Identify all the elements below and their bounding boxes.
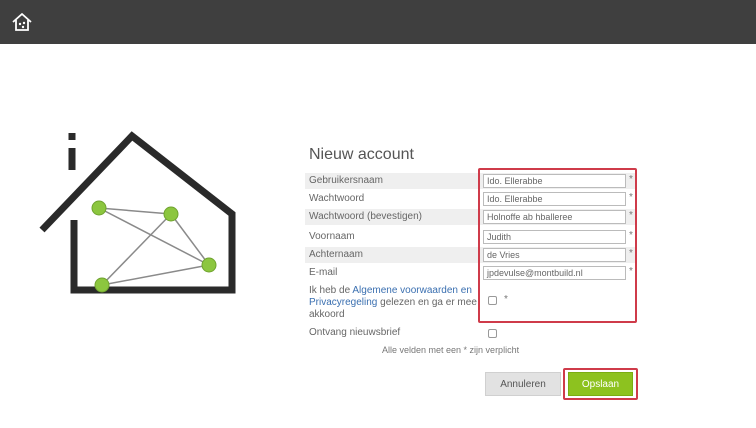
- form-row-lastname: Achternaam de Vries *: [305, 247, 637, 263]
- form-row-username: Gebruikersnaam Ido. Ellerabbe *: [305, 173, 637, 189]
- required-marker: *: [629, 210, 633, 221]
- username-label: Gebruikersnaam: [309, 175, 383, 186]
- email-input[interactable]: jpdevulse@montbuild.nl: [483, 266, 626, 280]
- email-label: E-mail: [309, 267, 338, 278]
- required-marker: *: [629, 248, 633, 259]
- form-row-password-confirm: Wachtwoord (bevestigen) Holnoffe ab hbal…: [305, 209, 637, 225]
- terms-text: Ik heb de Algemene voorwaarden en Privac…: [309, 285, 484, 321]
- form-title: Nieuw account: [309, 146, 414, 163]
- form-row-firstname: Voornaam Judith *: [305, 229, 637, 245]
- form-row-email: E-mail jpdevulse@montbuild.nl *: [305, 265, 637, 281]
- password-input[interactable]: Ido. Ellerabbe: [483, 192, 626, 206]
- save-button-highlight: Opslaan: [563, 368, 638, 400]
- terms-prefix: Ik heb de: [309, 285, 353, 296]
- password-label: Wachtwoord: [309, 193, 365, 204]
- required-marker: *: [504, 294, 508, 305]
- form-row-password: Wachtwoord Ido. Ellerabbe *: [305, 191, 637, 207]
- required-marker: *: [629, 266, 633, 277]
- lastname-label: Achternaam: [309, 249, 363, 260]
- lastname-input[interactable]: de Vries: [483, 248, 626, 262]
- home-icon[interactable]: [10, 10, 34, 34]
- required-marker: *: [629, 192, 633, 203]
- required-marker: *: [629, 230, 633, 241]
- save-button[interactable]: Opslaan: [568, 372, 633, 396]
- top-bar: [0, 0, 756, 44]
- required-fields-note: Alle velden met een * zijn verplicht: [382, 345, 520, 355]
- firstname-input[interactable]: Judith: [483, 230, 626, 244]
- username-input[interactable]: Ido. Ellerabbe: [483, 174, 626, 188]
- required-marker: *: [629, 174, 633, 185]
- firstname-label: Voornaam: [309, 231, 355, 242]
- newsletter-label: Ontvang nieuwsbrief: [309, 327, 401, 338]
- password-confirm-label: Wachtwoord (bevestigen): [309, 211, 423, 222]
- terms-checkbox[interactable]: [488, 296, 497, 305]
- smart-home-logo: [34, 128, 244, 298]
- password-confirm-input[interactable]: Holnoffe ab hballeree: [483, 210, 626, 224]
- cancel-button[interactable]: Annuleren: [485, 372, 561, 396]
- newsletter-checkbox[interactable]: [488, 329, 497, 338]
